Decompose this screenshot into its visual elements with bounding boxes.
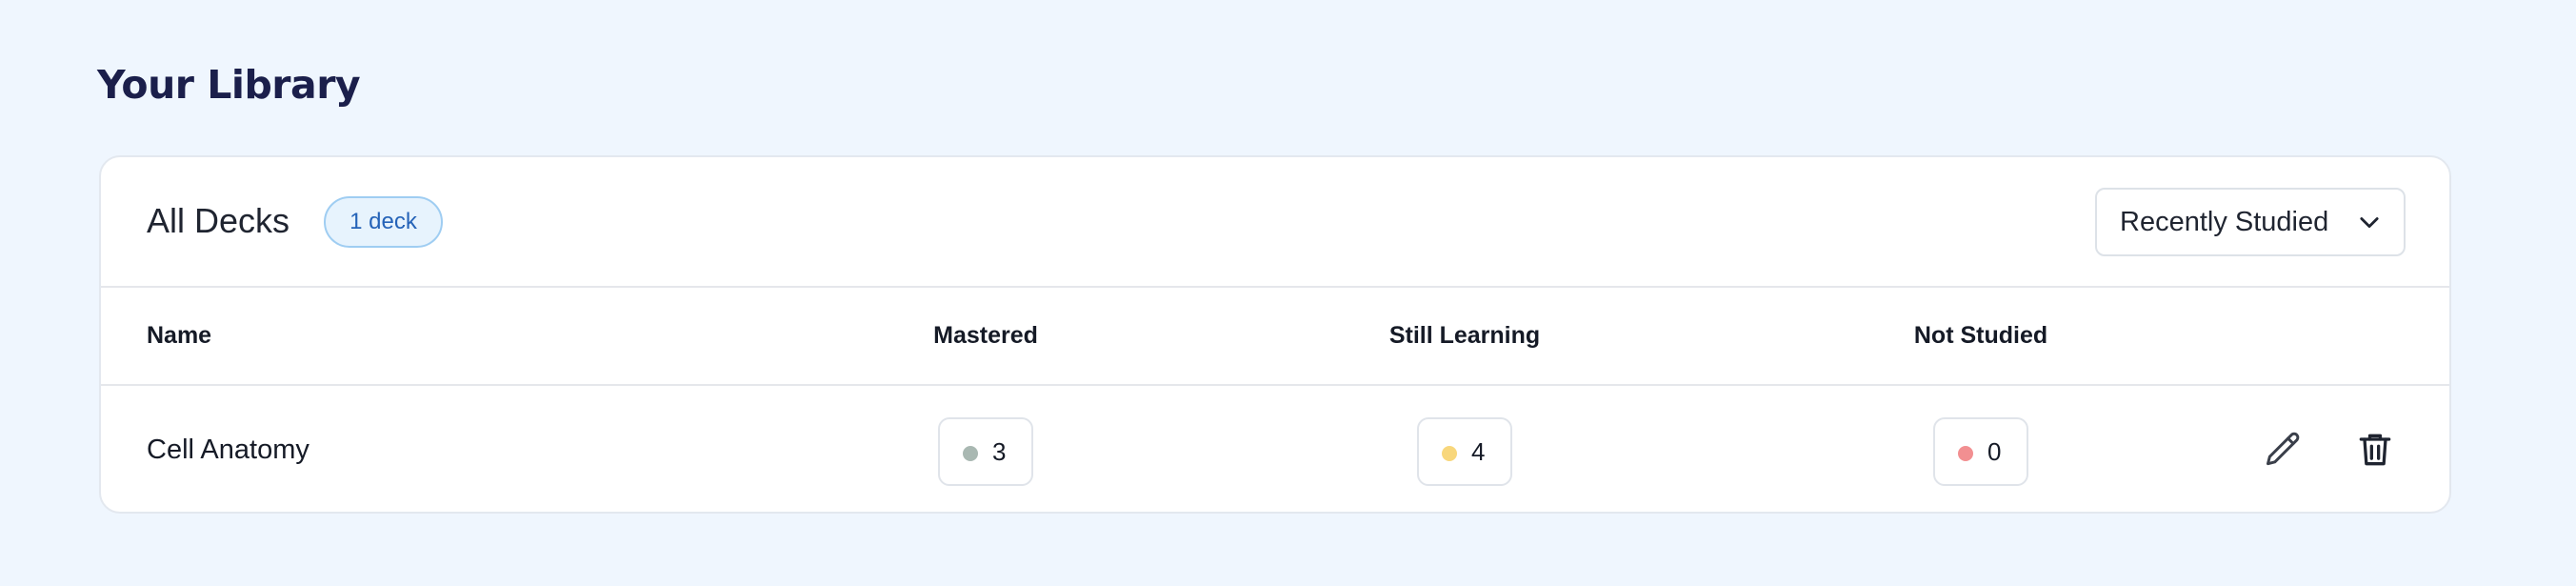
decks-card: All Decks 1 deck Recently Studied Name M… xyxy=(99,155,2451,514)
chevron-down-icon xyxy=(2356,209,2383,235)
sort-dropdown-value: Recently Studied xyxy=(2120,207,2329,237)
not-studied-count-chip: 0 xyxy=(1933,417,2028,486)
deck-count-badge: 1 deck xyxy=(324,196,443,248)
column-header-name[interactable]: Name xyxy=(147,288,211,384)
still-learning-count-chip: 4 xyxy=(1417,417,1512,486)
table-row[interactable]: Cell Anatomy 3 4 0 xyxy=(101,386,2449,512)
still-learning-count: 4 xyxy=(1471,437,1486,466)
deck-name[interactable]: Cell Anatomy xyxy=(147,386,310,512)
delete-deck-button[interactable] xyxy=(2354,429,2396,471)
not-studied-count: 0 xyxy=(1987,437,2002,466)
still-learning-dot-icon xyxy=(1442,446,1457,461)
column-header-not-studied[interactable]: Not Studied xyxy=(1914,288,2047,384)
card-title: All Decks xyxy=(147,201,290,240)
pencil-icon xyxy=(2263,429,2305,471)
page-title: Your Library xyxy=(97,62,361,108)
mastered-count: 3 xyxy=(992,437,1007,466)
not-studied-dot-icon xyxy=(1958,446,1973,461)
mastered-count-chip: 3 xyxy=(938,417,1033,486)
table-header: Name Mastered Still Learning Not Studied xyxy=(101,288,2449,386)
edit-deck-button[interactable] xyxy=(2263,429,2305,471)
mastered-dot-icon xyxy=(963,446,978,461)
sort-dropdown[interactable]: Recently Studied xyxy=(2095,188,2406,256)
card-header: All Decks 1 deck Recently Studied xyxy=(101,157,2449,288)
column-header-mastered[interactable]: Mastered xyxy=(933,288,1038,384)
trash-icon xyxy=(2354,429,2396,471)
column-header-still-learning[interactable]: Still Learning xyxy=(1389,288,1540,384)
